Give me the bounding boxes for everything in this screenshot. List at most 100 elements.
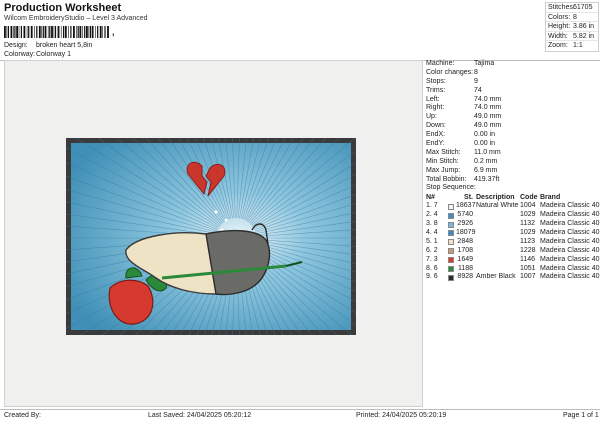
sequence-row: 5. 1 2848 1123 Madeira Classic 40 (426, 237, 600, 247)
seq-code: 1029 (520, 211, 536, 219)
seq-description (476, 238, 520, 247)
sequence-row: 9. 6 8928 Amber Black 1007 Madeira Classic 4… (426, 273, 600, 282)
stats-height: Height: 3.86 in (546, 22, 598, 32)
info-row-down: Down: 49.0 mm (426, 122, 596, 131)
design-label: Design: (4, 42, 28, 49)
info-value: 0.00 in (474, 131, 496, 139)
color-swatch (448, 220, 456, 229)
stats-zoom: Zoom: 1:1 (546, 41, 598, 51)
info-label: Max Jump: (426, 166, 461, 174)
swatch-chip (448, 230, 454, 237)
col-code: Code (520, 194, 538, 202)
seq-brand: Madeira Classic 40 (540, 264, 600, 272)
col-brand: Brand (540, 194, 561, 202)
info-value: 49.0 mm (474, 122, 502, 130)
barcode-mark: , (112, 27, 115, 37)
seq-index: 9. 6 (426, 273, 438, 281)
sequence-row: 2. 4 5740 1029 Madeira Classic 40 (426, 211, 600, 220)
stop-sequence-label: Stop Sequence: (426, 184, 476, 192)
seq-stitches: 1649 (457, 255, 473, 263)
info-value: 74 (474, 86, 482, 94)
seq-description: Amber Black (476, 273, 516, 281)
seq-stitches: 2926 (457, 220, 473, 228)
seq-brand: Madeira Classic 40 (540, 237, 600, 245)
swatch-chip (448, 274, 454, 281)
swatch-chip (448, 239, 454, 246)
seq-brand: Madeira Classic 40 (540, 246, 600, 254)
info-value: 0.2 mm (474, 157, 498, 165)
info-row-right: Right: 74.0 mm (426, 104, 596, 113)
barcode (4, 26, 109, 38)
info-value: Tajima (474, 60, 495, 67)
color-swatch (448, 202, 456, 211)
info-value: 49.0 mm (474, 113, 502, 121)
machine-info-panel: Machine: Tajima Color changes: 8 Stops: 9 T… (426, 60, 600, 282)
info-label: Left: (426, 95, 440, 103)
seq-description (476, 265, 520, 274)
swatch-chip (448, 257, 454, 264)
stats-label: Stitches: (548, 4, 575, 11)
seq-description (476, 256, 520, 265)
info-value: 419.37ft (474, 175, 500, 183)
stats-colors: Colors: 8 (546, 13, 598, 22)
info-label: Down: (426, 122, 446, 130)
info-value: 74.0 mm (474, 104, 502, 112)
info-value: 8 (474, 68, 478, 76)
info-label: Right: (426, 104, 445, 112)
seq-stitches: 2848 (457, 237, 473, 245)
seq-code: 1123 (520, 237, 536, 245)
color-swatch (448, 211, 456, 220)
sequence-row: 1. 7 18637 Natural White 1004 Madeira Classi… (426, 202, 600, 211)
seq-code: 1132 (520, 220, 536, 228)
seq-description (476, 229, 520, 238)
seq-index: 1. 7 (426, 202, 438, 210)
stats-value: 8 (573, 13, 577, 21)
footer-divider (0, 409, 600, 410)
color-swatch (448, 273, 456, 282)
col-description: Description (476, 194, 515, 202)
info-label: Trims: (426, 86, 446, 94)
seq-stitches: 8928 (457, 273, 473, 281)
seq-brand: Madeira Classic 40 (540, 229, 600, 237)
stats-value: 61705 (573, 4, 593, 11)
seq-stitches: 18637 (456, 202, 476, 210)
color-swatch (448, 265, 456, 274)
created-by: Created By: (4, 412, 41, 419)
stats-stitches: Stitches: 61705 (546, 3, 598, 13)
seq-description (476, 220, 520, 229)
colorway-label: Colorway: (4, 51, 36, 58)
sequence-row: 6. 2 1708 1228 Madeira Classic 40 (426, 246, 600, 256)
info-label: EndX: (426, 131, 446, 139)
stats-width: Width: 5.82 in (546, 32, 598, 41)
info-label: Color changes: (426, 68, 474, 76)
seq-stitches: 1188 (457, 264, 473, 272)
swatch-chip (448, 266, 454, 273)
sequence-row: 4. 4 18079 1029 Madeira Classic 40 (426, 229, 600, 238)
sequence-row: 7. 3 1649 1146 Madeira Classic 40 (426, 255, 600, 265)
seq-description: Natural White (476, 202, 519, 210)
info-row-endy: EndY: 0.00 in (426, 140, 596, 149)
swatch-chip (448, 203, 454, 210)
info-value: 11.0 mm (474, 148, 501, 156)
seq-stitches: 18079 (456, 229, 476, 237)
sequence-header: N# St. Description Code Brand (426, 193, 596, 202)
seq-description (476, 247, 520, 256)
seq-index: 2. 4 (426, 211, 438, 219)
color-swatch (448, 229, 456, 238)
stats-value: 3.86 in (573, 23, 595, 30)
info-row-machine: Machine: Tajima (426, 60, 596, 69)
info-row-endx: EndX: 0.00 in (426, 131, 596, 140)
info-value: 74.0 mm (474, 95, 502, 103)
stop-sequence-title: Stop Sequence: (426, 184, 596, 193)
col-n: N# (426, 194, 435, 202)
seq-brand: Madeira Classic 40 (540, 202, 600, 210)
info-row-up: Up: 49.0 mm (426, 113, 596, 122)
info-label: Up: (426, 113, 437, 121)
sequence-rows: 1. 7 18637 Natural White 1004 Madeira Classi… (426, 202, 600, 282)
info-label: Min Stitch: (426, 157, 459, 165)
col-color-spacer (448, 193, 456, 202)
seq-code: 1146 (520, 255, 536, 263)
info-label: Stops: (426, 77, 446, 85)
color-swatch (448, 238, 456, 247)
info-label: EndY: (426, 140, 445, 148)
